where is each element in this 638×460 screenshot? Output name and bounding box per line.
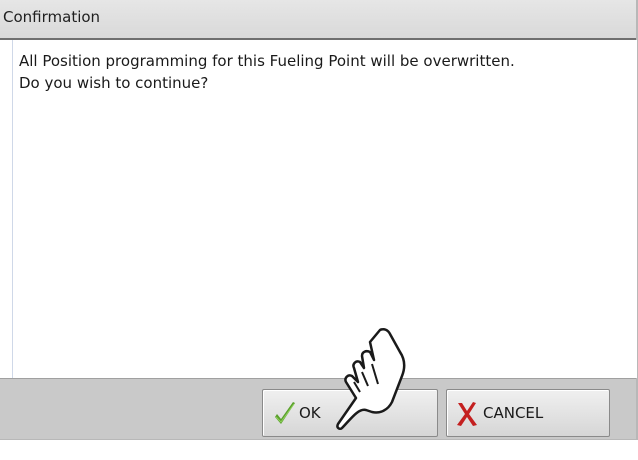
message-line-2: Do you wish to continue? [19,74,209,92]
message-line-1: All Position programming for this Fuelin… [19,52,515,70]
x-icon [457,402,477,426]
dialog-message-area: All Position programming for this Fuelin… [12,40,637,378]
ok-button[interactable]: OK [262,389,438,437]
confirmation-dialog: Confirmation All Position programming fo… [0,0,638,440]
dialog-button-bar: OK CANCEL [0,378,636,439]
dialog-titlebar: Confirmation [0,0,636,40]
cancel-button-label: CANCEL [483,404,544,422]
cancel-button[interactable]: CANCEL [446,389,610,437]
check-icon [275,402,295,424]
ok-button-label: OK [299,404,321,422]
dialog-title: Confirmation [3,8,101,26]
